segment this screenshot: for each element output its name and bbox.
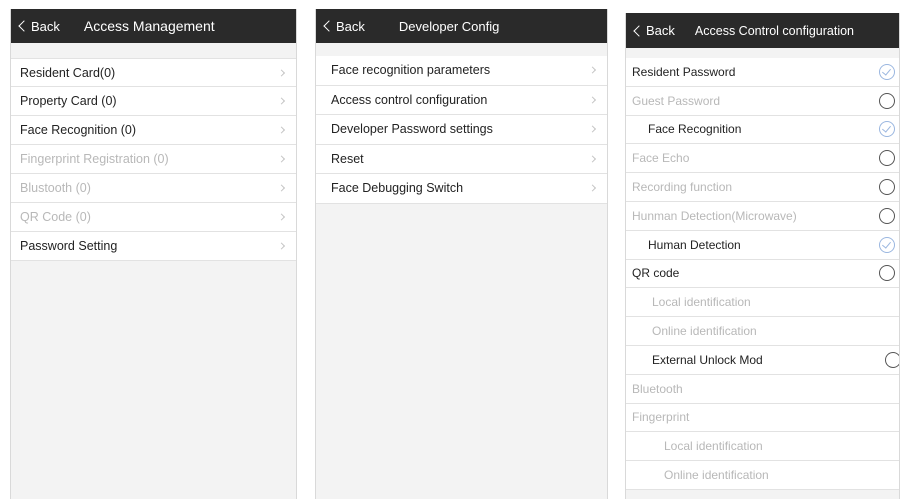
menu-item-label: Reset [331,151,364,166]
config-item-fingerprint-local-identification[interactable]: Local identification [626,432,899,462]
chevron-right-icon [277,242,286,250]
config-item-recording-function[interactable]: Recording function [626,173,899,202]
config-item-label: Guest Password [632,93,721,108]
config-item-label: Human Detection [648,237,741,252]
chevron-left-icon [323,20,335,32]
config-item-label: Online identification [664,468,769,483]
chevron-right-icon [277,184,286,192]
config-item-face-recognition[interactable]: Face Recognition [626,115,899,145]
config-item-label: Face Echo [632,151,690,166]
config-item-human-detection[interactable]: Human Detection [626,230,899,260]
config-item-label: Recording function [632,180,733,195]
developer-config-screen: Back Developer Config Face recognition p… [315,9,608,499]
config-item-human-detection-microwave[interactable]: Hunman Detection(Microwave) [626,201,899,231]
chevron-right-icon [588,96,597,104]
menu-item-label: Developer Password settings [331,122,493,137]
config-item-label: Resident Password [632,64,736,79]
config-item-resident-password[interactable]: Resident Password [626,58,899,87]
back-button[interactable]: Back [626,23,675,38]
chevron-right-icon [588,66,597,74]
config-item-label: QR code [632,266,680,281]
back-label: Back [31,18,60,34]
menu-list: Resident Card(0) Property Card (0) Face … [11,58,296,261]
menu-item-label: Face Debugging Switch [331,181,464,196]
menu-item-label: Fingerprint Registration (0) [20,152,169,166]
page-title: Access Management [83,18,215,34]
config-item-label: Bluetooth [632,381,683,396]
menu-item-label: Blustooth (0) [20,181,91,195]
config-item-label: Fingerprint [632,410,690,425]
config-item-qr-local-identification[interactable]: Local identification [626,288,899,318]
checked-radio-icon[interactable] [879,63,895,80]
menu-item-access-control-configuration[interactable]: Access control configuration [316,85,607,115]
unchecked-radio-icon[interactable] [879,179,895,196]
config-item-external-unlock-mod[interactable]: External Unlock Mod [626,345,899,375]
config-item-fingerprint[interactable]: Fingerprint [626,403,899,433]
checked-radio-icon[interactable] [879,121,895,138]
menu-item-face-recognition-parameters[interactable]: Face recognition parameters [316,56,607,86]
chevron-left-icon [633,24,645,37]
menu-item-developer-password-settings[interactable]: Developer Password settings [316,115,607,145]
menu-item-property-card[interactable]: Property Card (0) [11,87,296,116]
config-item-label: Face Recognition [648,122,742,137]
back-label: Back [336,18,365,34]
chevron-right-icon [277,68,286,77]
config-list: Resident Password Guest Password Face Re… [626,58,899,490]
menu-item-label: Face recognition parameters [331,63,491,78]
menu-item-face-recognition[interactable]: Face Recognition (0) [11,116,296,145]
back-button[interactable]: Back [316,19,365,34]
menu-item-resident-card[interactable]: Resident Card(0) [11,58,296,87]
chevron-right-icon [588,155,597,163]
unchecked-radio-icon[interactable] [879,207,895,224]
menu-item-bluetooth[interactable]: Blustooth (0) [11,174,296,203]
page-title: Access Control configuration [694,23,855,38]
header-bar: Back Access Control configuration [626,13,899,48]
chevron-right-icon [277,126,286,134]
chevron-right-icon [588,125,597,133]
unchecked-radio-icon[interactable] [879,150,895,167]
config-item-label: Online identification [652,324,757,339]
config-item-fingerprint-online-identification[interactable]: Online identification [626,461,899,490]
config-item-label: Local identification [652,295,751,310]
menu-item-label: Resident Card(0) [20,65,116,80]
menu-list: Face recognition parameters Access contr… [316,56,607,204]
menu-item-fingerprint-registration[interactable]: Fingerprint Registration (0) [11,145,296,174]
unchecked-radio-icon[interactable] [879,92,895,109]
unchecked-radio-icon[interactable] [879,265,895,282]
menu-item-label: Face Recognition (0) [20,123,137,137]
page-title: Developer Config [398,18,500,34]
chevron-right-icon [588,184,597,192]
menu-item-label: Property Card (0) [20,94,117,108]
menu-item-qr-code[interactable]: QR Code (0) [11,203,296,232]
menu-item-face-debugging-switch[interactable]: Face Debugging Switch [316,174,607,204]
config-item-label: Hunman Detection(Microwave) [632,208,797,223]
menu-item-password-setting[interactable]: Password Setting [11,232,296,261]
chevron-right-icon [277,97,286,105]
back-button[interactable]: Back [11,19,60,34]
header-bar: Back Access Management [11,9,296,43]
config-item-qr-code[interactable]: QR code [626,259,899,289]
checked-radio-icon[interactable] [879,236,895,253]
chevron-right-icon [277,213,286,221]
menu-item-label: QR Code (0) [20,210,91,224]
menu-item-label: Access control configuration [331,92,488,107]
back-label: Back [646,23,675,38]
header-bar: Back Developer Config [316,9,607,43]
config-item-face-echo[interactable]: Face Echo [626,144,899,174]
config-item-label: External Unlock Mod [652,352,763,367]
config-item-label: Local identification [664,439,763,454]
access-management-screen: Back Access Management Resident Card(0) … [10,9,297,499]
chevron-left-icon [18,20,30,32]
access-control-configuration-screen: Back Access Control configuration Reside… [625,13,900,499]
unchecked-radio-icon[interactable] [885,351,899,368]
config-item-bluetooth[interactable]: Bluetooth [626,374,899,404]
menu-item-reset[interactable]: Reset [316,144,607,174]
config-item-guest-password[interactable]: Guest Password [626,86,899,116]
config-item-qr-online-identification[interactable]: Online identification [626,317,899,346]
chevron-right-icon [277,155,286,163]
menu-item-label: Password Setting [20,239,118,253]
